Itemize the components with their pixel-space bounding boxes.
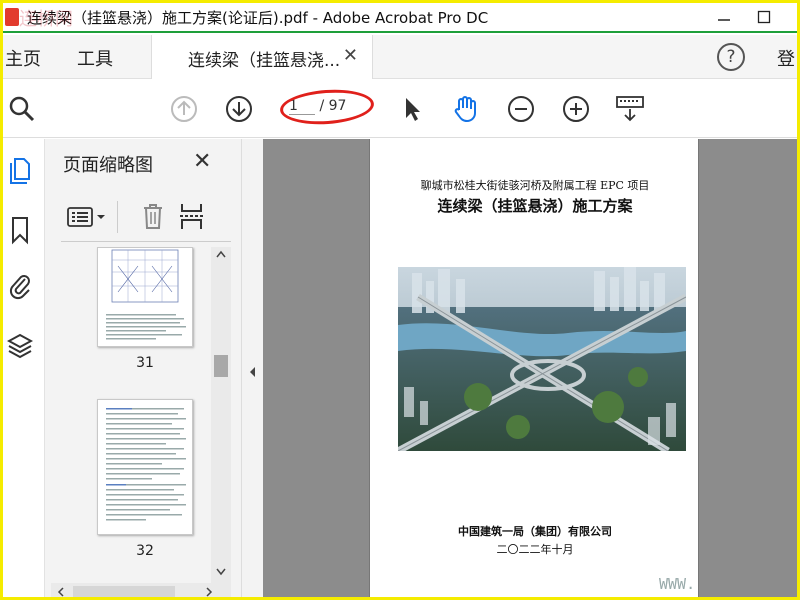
acrobat-doc-icon (5, 8, 19, 26)
layers-button[interactable] (5, 331, 35, 361)
hand-tool-icon (454, 96, 476, 123)
bridge-aerial-photo (398, 267, 686, 451)
thumbnail-panel: 页面缩略图 ✕ 31 32 (45, 139, 241, 597)
thumbnail-preview (106, 249, 186, 340)
panel-close-icon[interactable]: ✕ (193, 149, 211, 174)
scrollbar-track (214, 250, 228, 576)
paperclip-icon (9, 275, 30, 300)
title-bar: 连续梁（挂篮悬浇）施工方案(论证后).pdf - Adobe Acrobat P… (3, 3, 797, 33)
menu-bar: 主页 工具 连续梁（挂篮悬浇... ✕ ? 登 (3, 35, 797, 79)
page-down-button[interactable] (224, 94, 254, 124)
watermark-text: 连桥网 (19, 9, 73, 30)
bookmark-icon (12, 217, 28, 245)
zoom-in-icon (563, 96, 589, 122)
select-cursor-icon (406, 98, 420, 121)
thumbnail-vertical-scrollbar[interactable] (211, 247, 231, 583)
thumbnail-page-32[interactable] (97, 399, 193, 535)
thumbnail-page-31[interactable] (97, 247, 193, 347)
page-up-icon (171, 96, 197, 122)
thumbnail-preview (106, 408, 186, 521)
trash-icon (144, 204, 162, 229)
document-date: 二〇二二年十月 (496, 543, 574, 556)
thumbnail-horizontal-scrollbar[interactable] (51, 583, 231, 597)
search-icon (9, 96, 35, 122)
menu-tools[interactable]: 工具 (77, 45, 113, 71)
extract-page-button[interactable] (179, 201, 207, 231)
bookmarks-button[interactable] (5, 215, 35, 245)
thumbnail-page-label: 32 (136, 543, 154, 559)
pdf-page: 聊城市松桂大街徒骇河桥及附属工程 EPC 项目 连续梁（挂篮悬浇）施工方案 中国… (369, 139, 699, 597)
select-tool-button[interactable] (397, 94, 427, 124)
aerial-image (398, 267, 686, 451)
maximize-icon (757, 10, 771, 24)
thumbnail-page-label: 31 (136, 355, 154, 371)
help-button[interactable]: ? (717, 43, 745, 71)
thumbnail-list: 31 32 (45, 247, 213, 587)
thumbnail-panel-title: 页面缩略图 (63, 155, 153, 176)
scrollbar-track (57, 586, 213, 597)
scroll-mode-button[interactable] (615, 94, 645, 124)
attachments-button[interactable] (5, 271, 35, 301)
delete-page-button[interactable] (139, 201, 167, 231)
layers-icon (7, 333, 33, 359)
page-thumbnails-button[interactable] (5, 157, 35, 187)
document-view[interactable]: 聊城市松桂大街徒骇河桥及附属工程 EPC 项目 连续梁（挂篮悬浇）施工方案 中国… (263, 139, 797, 597)
highlight-annotation (278, 86, 376, 128)
page-down-icon (226, 96, 252, 122)
thumbnail-options-button[interactable] (67, 203, 109, 231)
project-line: 聊城市松桂大街徒骇河桥及附属工程 EPC 项目 (420, 179, 650, 192)
thumbnail-toolbar (61, 197, 229, 237)
tab-document-label: 连续梁（挂篮悬浇... (188, 51, 341, 71)
zoom-in-button[interactable] (561, 94, 591, 124)
panel-divider (61, 241, 231, 242)
maximize-button[interactable] (741, 3, 787, 31)
site-watermark: WWW. (659, 575, 696, 593)
tab-close-icon[interactable]: ✕ (343, 45, 358, 66)
app-window: 连续梁（挂篮悬浇）施工方案(论证后).pdf - Adobe Acrobat P… (0, 0, 800, 600)
page-up-button[interactable] (169, 94, 199, 124)
tab-document[interactable]: 连续梁（挂篮悬浇... ✕ (151, 35, 373, 79)
list-options-icon (67, 207, 105, 227)
hand-tool-button[interactable] (451, 94, 481, 124)
company-name: 中国建筑一局（集团）有限公司 (458, 525, 612, 538)
page-extract-icon (180, 204, 204, 229)
panel-collapse-splitter[interactable] (241, 139, 263, 597)
minimize-icon (718, 19, 730, 21)
toolbar-divider (117, 201, 118, 233)
zoom-out-button[interactable] (506, 94, 536, 124)
left-navigation-rail (3, 139, 45, 597)
scroll-keyboard-icon (616, 96, 644, 122)
search-button[interactable] (7, 94, 37, 124)
login-button[interactable]: 登 (777, 45, 795, 71)
menu-home[interactable]: 主页 (5, 45, 41, 71)
toolbar: / 97 (3, 80, 797, 138)
page-thumbnails-icon (10, 158, 30, 184)
window-title: 连续梁（挂篮悬浇）施工方案(论证后).pdf - Adobe Acrobat P… (27, 8, 489, 27)
document-title: 连续梁（挂篮悬浇）施工方案 (437, 197, 633, 215)
collapse-arrow-icon (250, 367, 255, 377)
zoom-out-icon (508, 96, 534, 122)
